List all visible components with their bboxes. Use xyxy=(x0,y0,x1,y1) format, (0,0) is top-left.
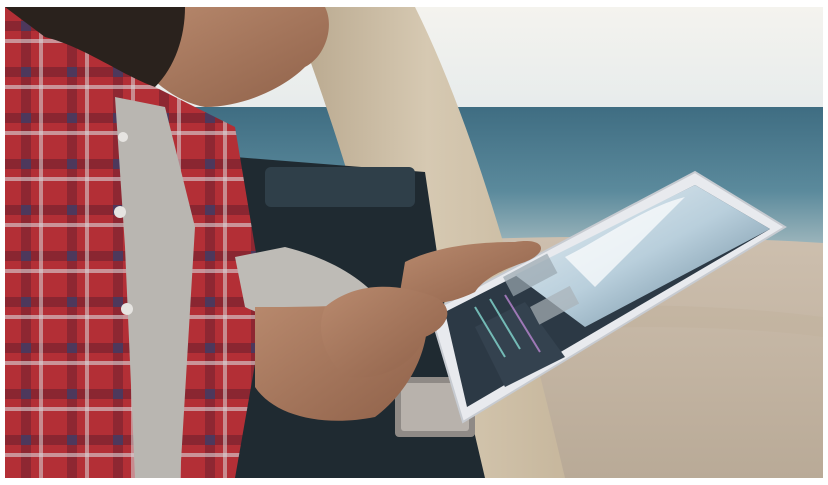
image-frame xyxy=(0,0,828,485)
shirt-button xyxy=(118,132,128,142)
photo xyxy=(5,7,823,478)
beach-tablet-photo xyxy=(5,7,823,478)
shirt-button xyxy=(121,303,133,315)
shirt-button xyxy=(114,206,126,218)
